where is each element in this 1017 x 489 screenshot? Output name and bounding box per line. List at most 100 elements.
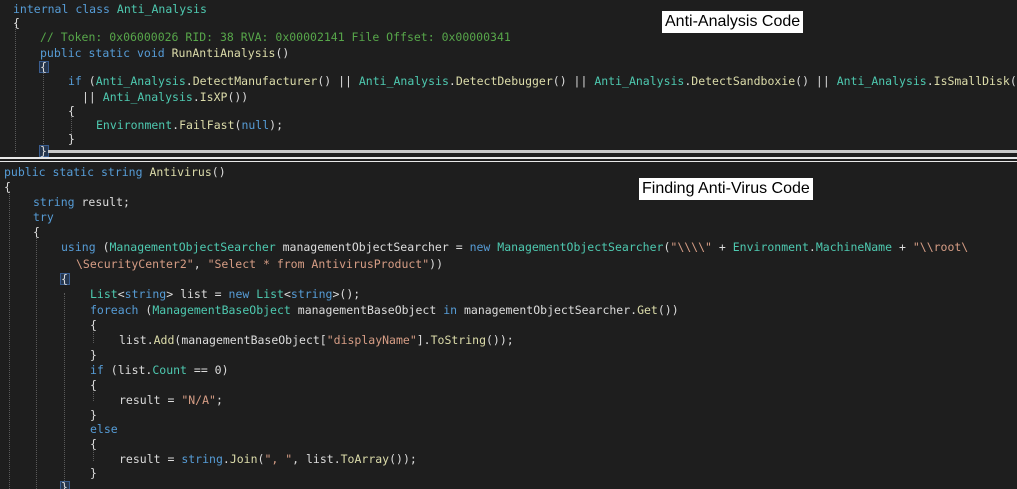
method-ref[interactable]: IsSmallDisk: [934, 74, 1010, 88]
punct: (: [88, 74, 96, 88]
class-ref[interactable]: Anti_Analysis: [96, 74, 186, 88]
method-ref[interactable]: ToString: [431, 333, 486, 347]
code-line-brace: {: [90, 378, 97, 392]
punct: .: [185, 74, 193, 88]
keyword-if: if: [90, 363, 104, 377]
string-literal: "displayName": [326, 333, 417, 347]
class-ref[interactable]: Anti_Analysis: [837, 74, 927, 88]
type-ref[interactable]: ManagementObjectSearcher: [110, 240, 276, 254]
property-ref[interactable]: MachineName: [816, 240, 892, 254]
method-ref[interactable]: ToArray: [341, 452, 389, 466]
keyword-static: static: [88, 46, 131, 60]
punct: ;: [215, 393, 223, 407]
code-line-method-decl: public static string Antivirus(): [4, 165, 226, 179]
code-line-result-na: result = "N/A";: [119, 393, 223, 407]
identifier: list.: [119, 333, 154, 347]
punct: );: [269, 118, 283, 132]
code-line-if: if (list.Count == 0): [90, 363, 229, 377]
method-ref[interactable]: FailFast: [179, 118, 234, 132]
method-ref[interactable]: Join: [230, 452, 258, 466]
keyword-string: string: [290, 287, 333, 301]
class-ref[interactable]: Anti_Analysis: [594, 74, 684, 88]
type-ref[interactable]: ManagementObjectSearcher: [497, 240, 663, 254]
panel-separator: [0, 157, 1017, 159]
code-line-list-decl: List<string> list = new List<string>();: [90, 287, 360, 301]
code-panel-antivirus: public static string Antivirus() { strin…: [0, 163, 1017, 489]
class-name[interactable]: Anti_Analysis: [117, 2, 207, 16]
keyword-string: string: [33, 195, 75, 209]
method-name[interactable]: Antivirus: [149, 165, 211, 179]
string-literal: "Select * from AntivirusProduct": [207, 257, 430, 271]
code-line-brace: {: [4, 180, 11, 194]
code-line-else: else: [90, 422, 118, 436]
keyword-string: string: [100, 165, 143, 179]
code-line-brace: {: [61, 272, 68, 286]
keyword-if: if: [68, 74, 82, 88]
class-ref[interactable]: Anti_Analysis: [103, 90, 193, 104]
code-line-failfast: Environment.FailFast(null);: [96, 118, 283, 132]
identifier: result;: [81, 195, 130, 209]
punct: ());: [486, 333, 514, 347]
method-ref[interactable]: DetectDebugger: [456, 74, 553, 88]
code-line-list-add: list.Add(managementBaseObject["displayNa…: [119, 333, 514, 347]
code-line-if: if (Anti_Analysis.DetectManufacturer() |…: [68, 74, 1017, 88]
code-line-using-continued: \SecurityCenter2", "Select * from Antivi…: [76, 257, 443, 271]
type-ref[interactable]: List: [90, 287, 118, 301]
keyword-using: using: [61, 240, 96, 254]
indent-guide: [64, 293, 65, 489]
identifier: list =: [180, 287, 222, 301]
code-line-brace: }: [90, 348, 97, 362]
code-line-brace: }: [40, 144, 47, 157]
method-ref[interactable]: IsXP: [200, 90, 228, 104]
method-ref[interactable]: DetectSandboxie: [691, 74, 795, 88]
horizontal-scrollbar[interactable]: [48, 150, 1017, 153]
keyword-string: string: [181, 452, 223, 466]
code-line-brace: {: [68, 104, 75, 118]
identifier: (managementBaseObject[: [174, 333, 327, 347]
keyword-new: new: [228, 287, 250, 301]
string-literal: "\\root\: [912, 240, 969, 254]
punct: (): [275, 46, 290, 60]
property-ref[interactable]: Count: [152, 363, 187, 377]
punct: (): [211, 165, 226, 179]
type-ref[interactable]: List: [256, 287, 284, 301]
method-name[interactable]: RunAntiAnalysis: [172, 46, 276, 60]
panel-separator: [0, 161, 1017, 162]
identifier: , list.: [292, 452, 341, 466]
punct: )): [429, 257, 443, 271]
keyword-class: class: [75, 2, 110, 16]
operator: () ||: [317, 74, 352, 88]
code-line-using: using (ManagementObjectSearcher manageme…: [61, 240, 968, 254]
punct: ()): [657, 303, 679, 317]
identifier: (list.: [110, 363, 153, 377]
code-line-brace: {: [13, 16, 20, 30]
code-line-comment: // Token: 0x06000026 RID: 38 RVA: 0x0000…: [40, 30, 511, 44]
punct: (: [102, 240, 110, 254]
indent-guide: [9, 191, 10, 489]
string-literal: ", ": [264, 452, 293, 466]
keyword-public: public: [4, 165, 46, 179]
punct: ()): [227, 90, 249, 104]
keyword-internal: internal: [13, 2, 69, 16]
class-ref[interactable]: Anti_Analysis: [359, 74, 449, 88]
type-ref[interactable]: ManagementBaseObject: [152, 303, 290, 317]
code-line-result-decl: string result;: [33, 195, 130, 209]
punct: .: [222, 452, 230, 466]
token-comment: // Token: 0x06000026 RID: 38 RVA: 0x0000…: [40, 30, 511, 44]
string-literal: "N/A": [181, 393, 216, 407]
punct: .: [448, 74, 456, 88]
class-ref[interactable]: Environment: [733, 240, 809, 254]
class-ref[interactable]: Environment: [96, 118, 172, 132]
code-line-if-continued: || Anti_Analysis.IsXP()): [82, 90, 248, 104]
keyword-void: void: [136, 46, 165, 60]
operator: == 0): [193, 363, 229, 377]
punct: >: [166, 287, 174, 301]
punct: <: [117, 287, 125, 301]
annotation-label-finding-av: Finding Anti-Virus Code: [639, 178, 813, 200]
operator: ||: [82, 90, 96, 104]
method-ref[interactable]: DetectManufacturer: [193, 74, 318, 88]
method-ref[interactable]: Get: [637, 303, 658, 317]
code-line-foreach: foreach (ManagementBaseObject management…: [90, 303, 679, 317]
method-ref[interactable]: Add: [154, 333, 175, 347]
code-panel-anti-analysis: internal class Anti_Analysis { // Token:…: [0, 0, 1017, 157]
